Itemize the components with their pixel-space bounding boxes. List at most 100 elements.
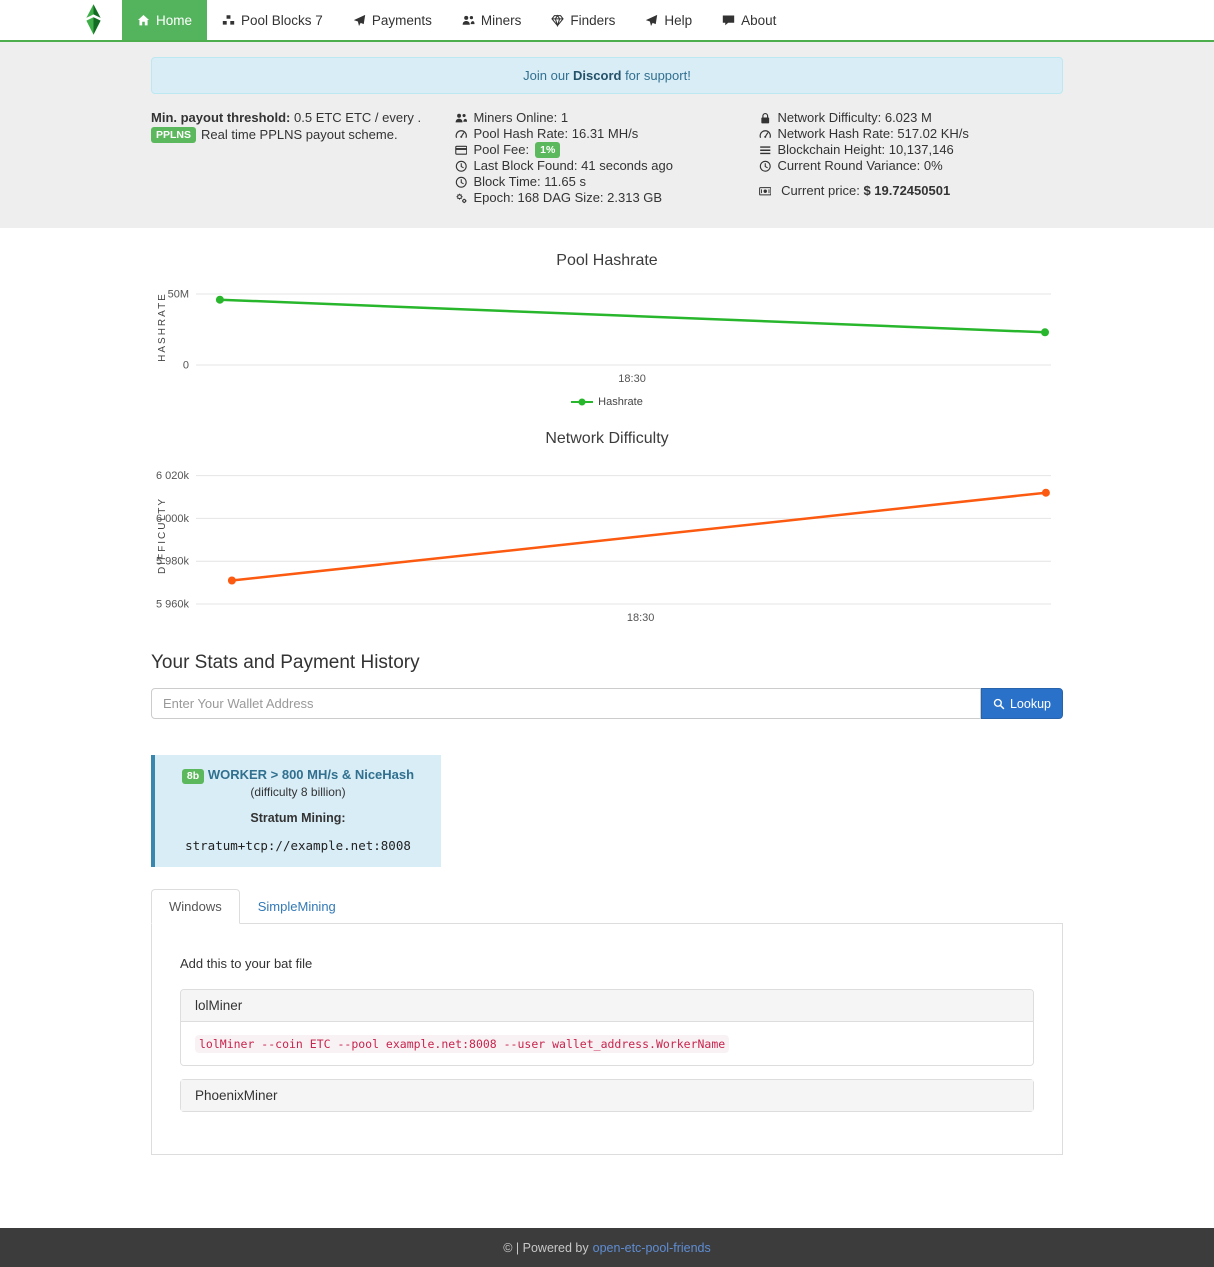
pplns-text: Real time PPLNS payout scheme.	[201, 127, 398, 142]
discord-alert: Join our Discord for support!	[151, 57, 1063, 94]
clock-icon	[455, 176, 468, 189]
tab-windows[interactable]: Windows	[151, 889, 240, 924]
cogs-icon	[455, 192, 468, 205]
pool-hashrate-chart: Pool Hashrate 50M 0 HASHRATE 18:30 Hashrate	[151, 252, 1063, 408]
svg-text:50M: 50M	[168, 289, 189, 301]
worker-info-box: 8b WORKER > 800 MH/s & NiceHash (difficu…	[151, 755, 441, 867]
svg-text:6 020k: 6 020k	[156, 470, 190, 482]
footer-text: © | Powered by	[503, 1241, 588, 1255]
home-icon	[137, 14, 150, 27]
miners-online-stat: Miners Online: 1	[455, 110, 749, 126]
nav-label: Payments	[372, 13, 432, 28]
chart-title: Pool Hashrate	[151, 252, 1063, 270]
pool-fee-badge: 1%	[535, 142, 560, 158]
pool-fee-stat: Pool Fee: 1%	[455, 142, 749, 158]
pool-hashrate-stat: Pool Hash Rate: 16.31 MH/s	[455, 126, 749, 142]
nav-item-payments[interactable]: Payments	[338, 0, 447, 40]
bars-icon	[759, 144, 772, 157]
users-icon	[455, 112, 468, 125]
bat-file-note: Add this to your bat file	[180, 956, 1034, 971]
lookup-button[interactable]: Lookup	[981, 688, 1063, 719]
nav-item-about[interactable]: About	[707, 0, 791, 40]
os-tabs: Windows SimpleMining	[151, 889, 1063, 923]
lock-icon	[759, 112, 772, 125]
tab-simplemining[interactable]: SimpleMining	[240, 889, 354, 924]
lolminer-header[interactable]: lolMiner	[181, 990, 1033, 1021]
network-difficulty-stat: Network Difficulty: 6.023 M	[759, 110, 1053, 126]
gem-icon	[551, 14, 564, 27]
svg-text:5 960k: 5 960k	[156, 599, 190, 611]
legend-swatch-icon	[571, 397, 593, 407]
svg-text:18:30: 18:30	[618, 373, 646, 385]
round-variance-stat: Current Round Variance: 0%	[759, 158, 1053, 174]
svg-text:18:30: 18:30	[627, 612, 655, 624]
lolminer-body: lolMiner --coin ETC --pool example.net:8…	[181, 1021, 1033, 1065]
gauge-icon	[455, 128, 468, 141]
users-icon	[462, 14, 475, 27]
chart-title: Network Difficulty	[151, 430, 1063, 448]
blockchain-height-stat: Blockchain Height: 10,137,146	[759, 142, 1053, 158]
chart-legend: Hashrate	[151, 396, 1063, 408]
nav-label: About	[741, 13, 776, 28]
etc-logo-icon	[83, 4, 104, 36]
nav-label: Miners	[481, 13, 522, 28]
min-payout-threshold: Min. payout threshold: 0.5 ETC ETC / eve…	[151, 110, 445, 126]
alert-text: for support!	[621, 68, 690, 83]
footer-link[interactable]: open-etc-pool-friends	[593, 1241, 711, 1255]
wallet-address-input[interactable]	[151, 688, 981, 719]
lolminer-command: lolMiner --coin ETC --pool example.net:8…	[195, 1035, 729, 1053]
svg-text:0: 0	[183, 360, 189, 372]
nav-item-home[interactable]: Home	[122, 0, 207, 40]
network-hashrate-stat: Network Hash Rate: 517.02 KH/s	[759, 126, 1053, 142]
nav-item-help[interactable]: Help	[630, 0, 707, 40]
pplns-badge: PPLNS	[151, 127, 196, 143]
pool-stats-column: Miners Online: 1 Pool Hash Rate: 16.31 M…	[455, 110, 759, 206]
last-block-found-stat: Last Block Found: 41 seconds ago	[455, 158, 749, 174]
stats-history-heading: Your Stats and Payment History	[151, 652, 1063, 674]
nav-label: Home	[156, 13, 192, 28]
pplns-line: PPLNS Real time PPLNS payout scheme.	[151, 127, 445, 143]
clock-icon	[759, 160, 772, 173]
nav-item-finders[interactable]: Finders	[536, 0, 630, 40]
phoenixminer-header[interactable]: PhoenixMiner	[181, 1080, 1033, 1111]
miner-config-panel: Add this to your bat file lolMiner lolMi…	[151, 923, 1063, 1155]
nav-label: Finders	[570, 13, 615, 28]
navbar: Home Pool Blocks 7 Payments Miners Finde…	[0, 0, 1214, 42]
money-icon	[759, 185, 772, 198]
send-icon	[645, 14, 658, 27]
svg-text:DIFFICULTY: DIFFICULTY	[157, 497, 168, 574]
lolminer-accordion: lolMiner lolMiner --coin ETC --pool exam…	[180, 989, 1034, 1066]
nav-item-miners[interactable]: Miners	[447, 0, 537, 40]
stats-band: Join our Discord for support! Min. payou…	[0, 42, 1214, 228]
send-icon	[353, 14, 366, 27]
discord-link[interactable]: Discord	[573, 68, 621, 83]
block-time-stat: Block Time: 11.65 s	[455, 174, 749, 190]
clock-icon	[455, 160, 468, 173]
network-difficulty-chart: Network Difficulty 6 020k6 000k5 980k5 9…	[151, 430, 1063, 628]
pool-hashrate-plot: 50M 0 HASHRATE 18:30	[151, 284, 1061, 386]
epoch-dag-stat: Epoch: 168 DAG Size: 2.313 GB	[455, 190, 749, 206]
network-stats-column: Network Difficulty: 6.023 M Network Hash…	[759, 110, 1063, 206]
nav-label: Help	[664, 13, 692, 28]
payout-column: Min. payout threshold: 0.5 ETC ETC / eve…	[151, 110, 455, 206]
credit-card-icon	[455, 144, 468, 157]
stratum-mining-label: Stratum Mining:	[165, 811, 431, 825]
difficulty-badge: 8b	[182, 769, 204, 785]
footer: © | Powered by open-etc-pool-friends	[0, 1228, 1214, 1267]
legend-label: Hashrate	[598, 396, 643, 408]
miner-config-section: Windows SimpleMining Add this to your ba…	[151, 889, 1063, 1155]
worker-difficulty-note: (difficulty 8 billion)	[165, 785, 431, 799]
phoenixminer-accordion: PhoenixMiner	[180, 1079, 1034, 1112]
gauge-icon	[759, 128, 772, 141]
stratum-url: stratum+tcp://example.net:8008	[165, 838, 431, 853]
alert-text: Join our	[523, 68, 573, 83]
nav-item-pool-blocks[interactable]: Pool Blocks 7	[207, 0, 338, 40]
comment-icon	[722, 14, 735, 27]
cubes-icon	[222, 14, 235, 27]
search-icon	[993, 698, 1005, 710]
worker-title: WORKER > 800 MH/s & NiceHash	[208, 767, 414, 782]
nav-label: Pool Blocks 7	[241, 13, 323, 28]
brand-logo[interactable]	[77, 0, 122, 40]
svg-text:HASHRATE: HASHRATE	[157, 292, 168, 362]
network-difficulty-plot: 6 020k6 000k5 980k5 960kDIFFICULTY18:30	[151, 462, 1061, 628]
